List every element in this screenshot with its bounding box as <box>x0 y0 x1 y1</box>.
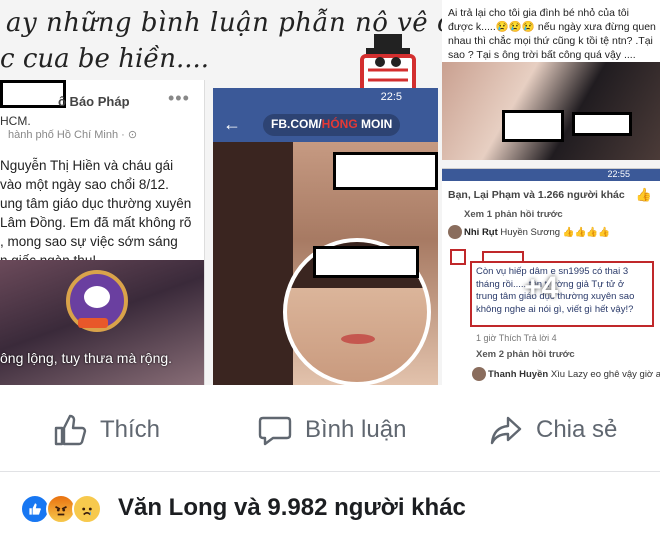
post-body-text: Nguyễn Thị Hiền và cháu gái vào một ngày… <box>0 158 192 268</box>
comment-label: Bình luận <box>305 416 407 443</box>
redaction-box <box>313 246 419 278</box>
share-label: Chia sẻ <box>536 416 618 443</box>
url-highlight: HÓNG <box>321 117 358 131</box>
share-arrow-icon <box>490 416 522 445</box>
browser-top-bar: ← FB.COM/HÓNG MOIN <box>213 108 438 142</box>
shared-image-collage[interactable]: ay những bình luận phẫn nô vê cai chê c … <box>0 0 660 385</box>
video-caption: ông lộng, tuy thưa mà rộng. <box>0 350 173 366</box>
redaction-box <box>0 80 66 108</box>
post-meta-line: hành phố Hồ Chí Minh · ⊙ <box>8 129 138 141</box>
status-time: 22:5 <box>380 91 402 103</box>
status-bar: 22:5 <box>213 88 438 108</box>
post-location-line: HCM. <box>0 114 31 128</box>
comments-screenshot: 22:55 Bạn, Lại Phạm và 1.266 người khác … <box>442 168 660 385</box>
avatar <box>448 225 462 239</box>
comment-meta: 1 giờ Thích Trả lời 4 <box>476 333 557 343</box>
comment-button[interactable]: Bình luận <box>257 410 406 450</box>
comment-text: Huyền Sương 👍👍👍👍 <box>500 227 610 238</box>
share-button[interactable]: Chia sẻ <box>488 410 617 450</box>
status-time: 22:55 <box>607 169 630 179</box>
comment-text: Xìu Lazy eo ghê vậy giờ ai... <box>550 369 660 380</box>
status-post-text: Ai trả lại cho tôi gia đình bé nhỏ của t… <box>448 7 656 61</box>
comment-author: Nhi Rụt <box>464 227 498 238</box>
comment: Nhi Rụt Huyền Sương 👍👍👍👍 <box>464 227 610 238</box>
reactions-line: Bạn, Lại Phạm và 1.266 người khác <box>448 189 625 201</box>
status-bar: 22:55 <box>442 169 660 181</box>
skull-badge-icon <box>66 270 128 332</box>
like-button[interactable]: Thích <box>52 410 160 450</box>
handwritten-line-2: c cua be hiền.... <box>0 44 210 74</box>
previous-replies-link: Xem 2 phản hồi trước <box>476 349 575 360</box>
reaction-icons[interactable] <box>20 494 112 528</box>
reaction-names[interactable]: Văn Long và 9.982 người khác <box>118 494 466 522</box>
more-icon: ••• <box>168 88 190 108</box>
left-post-screenshot: ô Báo Pháp ••• HCM. hành phố Hồ Chí Minh… <box>0 80 205 385</box>
page-name: ô Báo Pháp <box>58 94 130 109</box>
like-icon: 👍 <box>635 187 652 202</box>
highlighted-comment: Còn vụ hiếp dâm e sn1995 có thai 3 tháng… <box>470 261 654 327</box>
speech-bubble-icon <box>258 416 292 446</box>
avatar <box>472 367 486 381</box>
comment-author: Thanh Huyền <box>488 369 549 380</box>
thumbs-up-icon <box>54 414 87 446</box>
video-thumbnail: ông lộng, tuy thưa mà rộng. <box>0 260 204 385</box>
redaction-box <box>502 110 564 142</box>
comment: Thanh Huyền Xìu Lazy eo ghê vậy giờ ai..… <box>488 369 660 380</box>
portrait-hair <box>213 142 293 385</box>
highlight-box <box>450 249 466 265</box>
more-images-count: +4 <box>524 271 559 304</box>
back-arrow-icon: ← <box>223 114 241 134</box>
redaction-box <box>572 112 632 136</box>
sad-icon <box>72 494 102 524</box>
url-suffix: MOIN <box>357 117 393 131</box>
url-prefix: FB.COM/ <box>271 117 322 131</box>
like-label: Thích <box>100 416 161 443</box>
right-top-post-screenshot: Ai trả lại cho tôi gia đình bé nhỏ của t… <box>442 0 660 160</box>
redaction-box <box>333 152 438 190</box>
post-action-bar: Thích Bình luận Chia sẻ <box>0 390 660 472</box>
reactions-summary[interactable]: Văn Long và 9.982 người khác <box>0 472 660 549</box>
url-pill: FB.COM/HÓNG MOIN <box>263 114 401 136</box>
phone-screenshot: 22:5 ← FB.COM/HÓNG MOIN <box>213 88 438 385</box>
previous-replies-link: Xem 1 phản hồi trước <box>464 209 563 220</box>
